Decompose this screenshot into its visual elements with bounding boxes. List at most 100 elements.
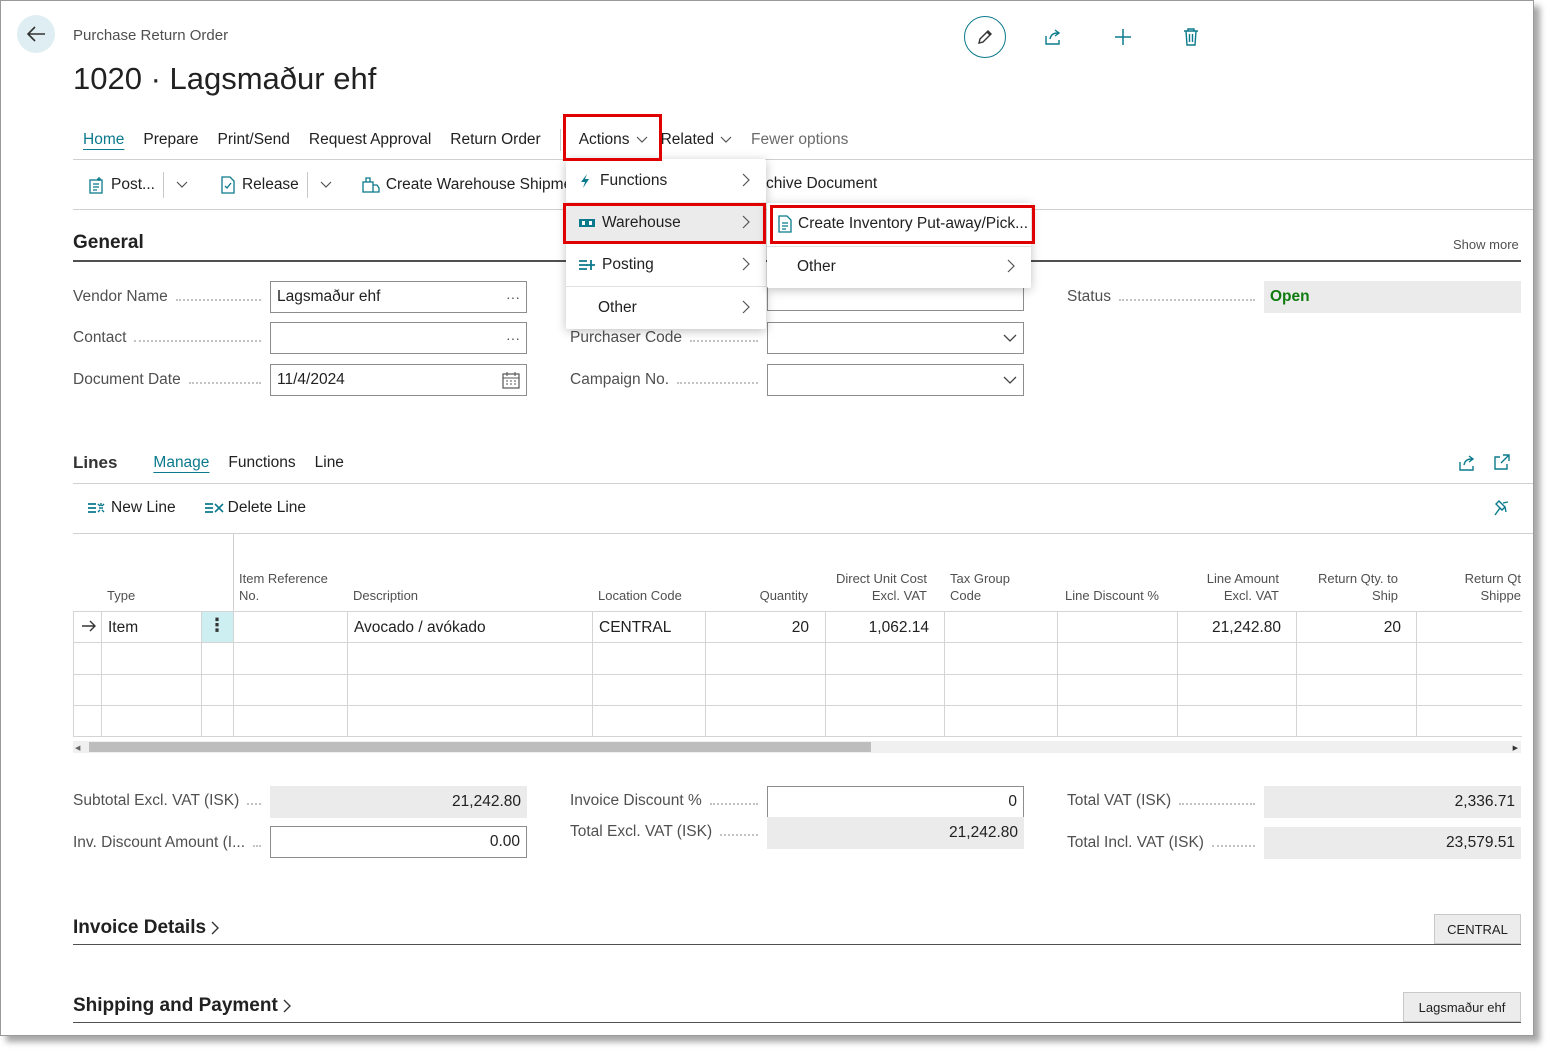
menu-item-posting-label: Posting (602, 256, 654, 273)
new-line-button[interactable]: New Line (87, 499, 176, 517)
purchaser-code-field[interactable] (767, 322, 1024, 354)
col-header-type[interactable]: Type (107, 587, 135, 604)
general-section-title[interactable]: General (73, 232, 144, 254)
calendar-icon[interactable] (502, 371, 520, 389)
lookup-icon[interactable]: ··· (506, 289, 520, 305)
delete-line-button[interactable]: Delete Line (204, 499, 306, 517)
actions-menu: Functions Warehouse Posting Other (566, 159, 766, 329)
row-location-code[interactable]: CENTRAL (599, 619, 671, 637)
col-header-line-amount[interactable]: Line Amount Excl. VAT (1181, 570, 1279, 604)
row-quantity[interactable]: 20 (706, 619, 809, 637)
row-return-qty-to-ship[interactable]: 20 (1301, 619, 1401, 637)
document-date-field[interactable]: 11/4/2024 (270, 364, 527, 396)
invoice-details-badge[interactable]: CENTRAL (1434, 914, 1521, 944)
warehouse-icon (579, 219, 595, 227)
chevron-right-icon (283, 999, 291, 1013)
col-header-return-qty-shipped[interactable]: Return Qt Shippe (1421, 570, 1521, 604)
menu-item-create-inventory-put-away-pick[interactable]: Create Inventory Put-away/Pick... (767, 203, 1031, 245)
edit-button[interactable] (964, 16, 1006, 58)
new-button[interactable] (1103, 17, 1143, 57)
tab-request-approval[interactable]: Request Approval (309, 131, 431, 149)
back-button[interactable] (17, 15, 55, 53)
share-button[interactable] (1033, 17, 1073, 57)
scrollbar-thumb[interactable] (89, 742, 871, 752)
shipping-payment-header[interactable]: Shipping and Payment (73, 995, 292, 1017)
release-dropdown[interactable] (308, 181, 350, 189)
warehouse-shipment-icon (362, 177, 380, 193)
post-dropdown[interactable] (164, 181, 206, 189)
row-line-amount[interactable]: 21,242.80 (1181, 619, 1281, 637)
chevron-down-icon[interactable] (1003, 334, 1017, 343)
archive-document-button[interactable]: chive Document (766, 175, 877, 193)
col-header-line-discount[interactable]: Line Discount % (1065, 587, 1159, 604)
status-label: Status (1067, 288, 1261, 306)
invoice-discount-pct-field[interactable]: 0 (767, 786, 1024, 818)
create-warehouse-shipment-button[interactable]: Create Warehouse Shipment (350, 176, 593, 194)
menu-item-other[interactable]: Other (566, 287, 766, 329)
col-header-direct-unit-cost[interactable]: Direct Unit Cost Excl. VAT (825, 570, 927, 604)
tab-return-order[interactable]: Return Order (450, 131, 540, 149)
col-header-tax-group[interactable]: Tax Group Code (950, 570, 1010, 604)
menu-item-functions[interactable]: Functions (566, 160, 766, 202)
release-icon (221, 176, 235, 194)
lines-tab-line[interactable]: Line (315, 454, 344, 472)
lines-expand-button[interactable] (1493, 453, 1511, 476)
tab-home[interactable]: Home (83, 131, 124, 149)
show-more-link[interactable]: Show more (1453, 237, 1519, 252)
tab-print-send[interactable]: Print/Send (218, 131, 290, 149)
inv-discount-amount-label-text: Inv. Discount Amount (I... (73, 834, 246, 851)
chevron-down-icon[interactable] (1003, 376, 1017, 385)
col-header-direct-unit-cost-line2: Excl. VAT (871, 588, 927, 603)
leader-dots (247, 803, 261, 805)
vendor-name-field[interactable]: Lagsmaður ehf ··· (270, 281, 527, 313)
leader-dots (253, 845, 261, 847)
contact-field[interactable]: ··· (270, 322, 527, 354)
inv-discount-amount-field[interactable]: 0.00 (270, 826, 527, 858)
col-header-tax-group-line2: Code (950, 588, 982, 603)
invoice-details-underline (73, 944, 1521, 945)
col-header-return-qty-line1: Return Qty. to (1318, 571, 1398, 586)
submenu-item-other[interactable]: Other (767, 246, 1031, 288)
shipping-payment-title: Shipping and Payment (73, 995, 278, 1016)
tab-related[interactable]: Related (661, 131, 732, 149)
campaign-no-field[interactable] (767, 364, 1024, 396)
col-header-description[interactable]: Description (353, 587, 418, 604)
row-type[interactable]: Item (108, 619, 138, 637)
lines-tab-manage[interactable]: Manage (153, 454, 209, 472)
lines-share-button[interactable] (1457, 453, 1477, 478)
chevron-down-icon (636, 136, 647, 143)
shipping-payment-badge[interactable]: Lagsmaður ehf (1403, 992, 1521, 1022)
col-header-return-qty[interactable]: Return Qty. to Ship (1301, 570, 1398, 604)
pin-button[interactable] (1493, 499, 1511, 524)
scroll-left-icon[interactable]: ◀ (75, 744, 80, 752)
menu-item-posting[interactable]: Posting (566, 244, 766, 286)
subtotal-label-text: Subtotal Excl. VAT (ISK) (73, 792, 240, 809)
invoice-details-header[interactable]: Invoice Details (73, 917, 220, 939)
tab-prepare[interactable]: Prepare (143, 131, 198, 149)
scroll-right-icon[interactable]: ▶ (1513, 744, 1518, 752)
menu-item-warehouse[interactable]: Warehouse (566, 202, 766, 244)
horizontal-scrollbar[interactable]: ◀ ▶ (73, 741, 1521, 753)
lines-title[interactable]: Lines (73, 453, 117, 473)
row-direct-unit-cost[interactable]: 1,062.14 (827, 619, 929, 637)
row-description[interactable]: Avocado / avókado (354, 619, 486, 637)
lookup-icon[interactable]: ··· (506, 330, 520, 346)
col-header-line-amount-line1: Line Amount (1206, 571, 1279, 586)
delete-button[interactable] (1171, 17, 1211, 57)
pencil-icon (978, 30, 992, 44)
lines-tab-functions[interactable]: Functions (228, 454, 295, 472)
post-button[interactable]: Post... (73, 176, 163, 194)
total-incl-vat-label: Total Incl. VAT (ISK) (1067, 834, 1261, 852)
chevron-right-icon (742, 300, 750, 314)
row-menu-icon[interactable]: ⋮ (208, 615, 226, 636)
tab-actions[interactable]: Actions (579, 131, 648, 149)
col-header-item-ref[interactable]: Item Reference No. (239, 570, 328, 604)
delete-line-label: Delete Line (227, 499, 307, 516)
release-button[interactable]: Release (206, 176, 307, 194)
tab-fewer-options[interactable]: Fewer options (751, 131, 848, 149)
col-header-item-ref-line1: Item Reference (239, 571, 328, 586)
menu-item-functions-label: Functions (600, 172, 668, 189)
leader-dots (720, 834, 758, 836)
col-header-quantity[interactable]: Quantity (706, 587, 808, 604)
col-header-location-code[interactable]: Location Code (598, 587, 682, 604)
